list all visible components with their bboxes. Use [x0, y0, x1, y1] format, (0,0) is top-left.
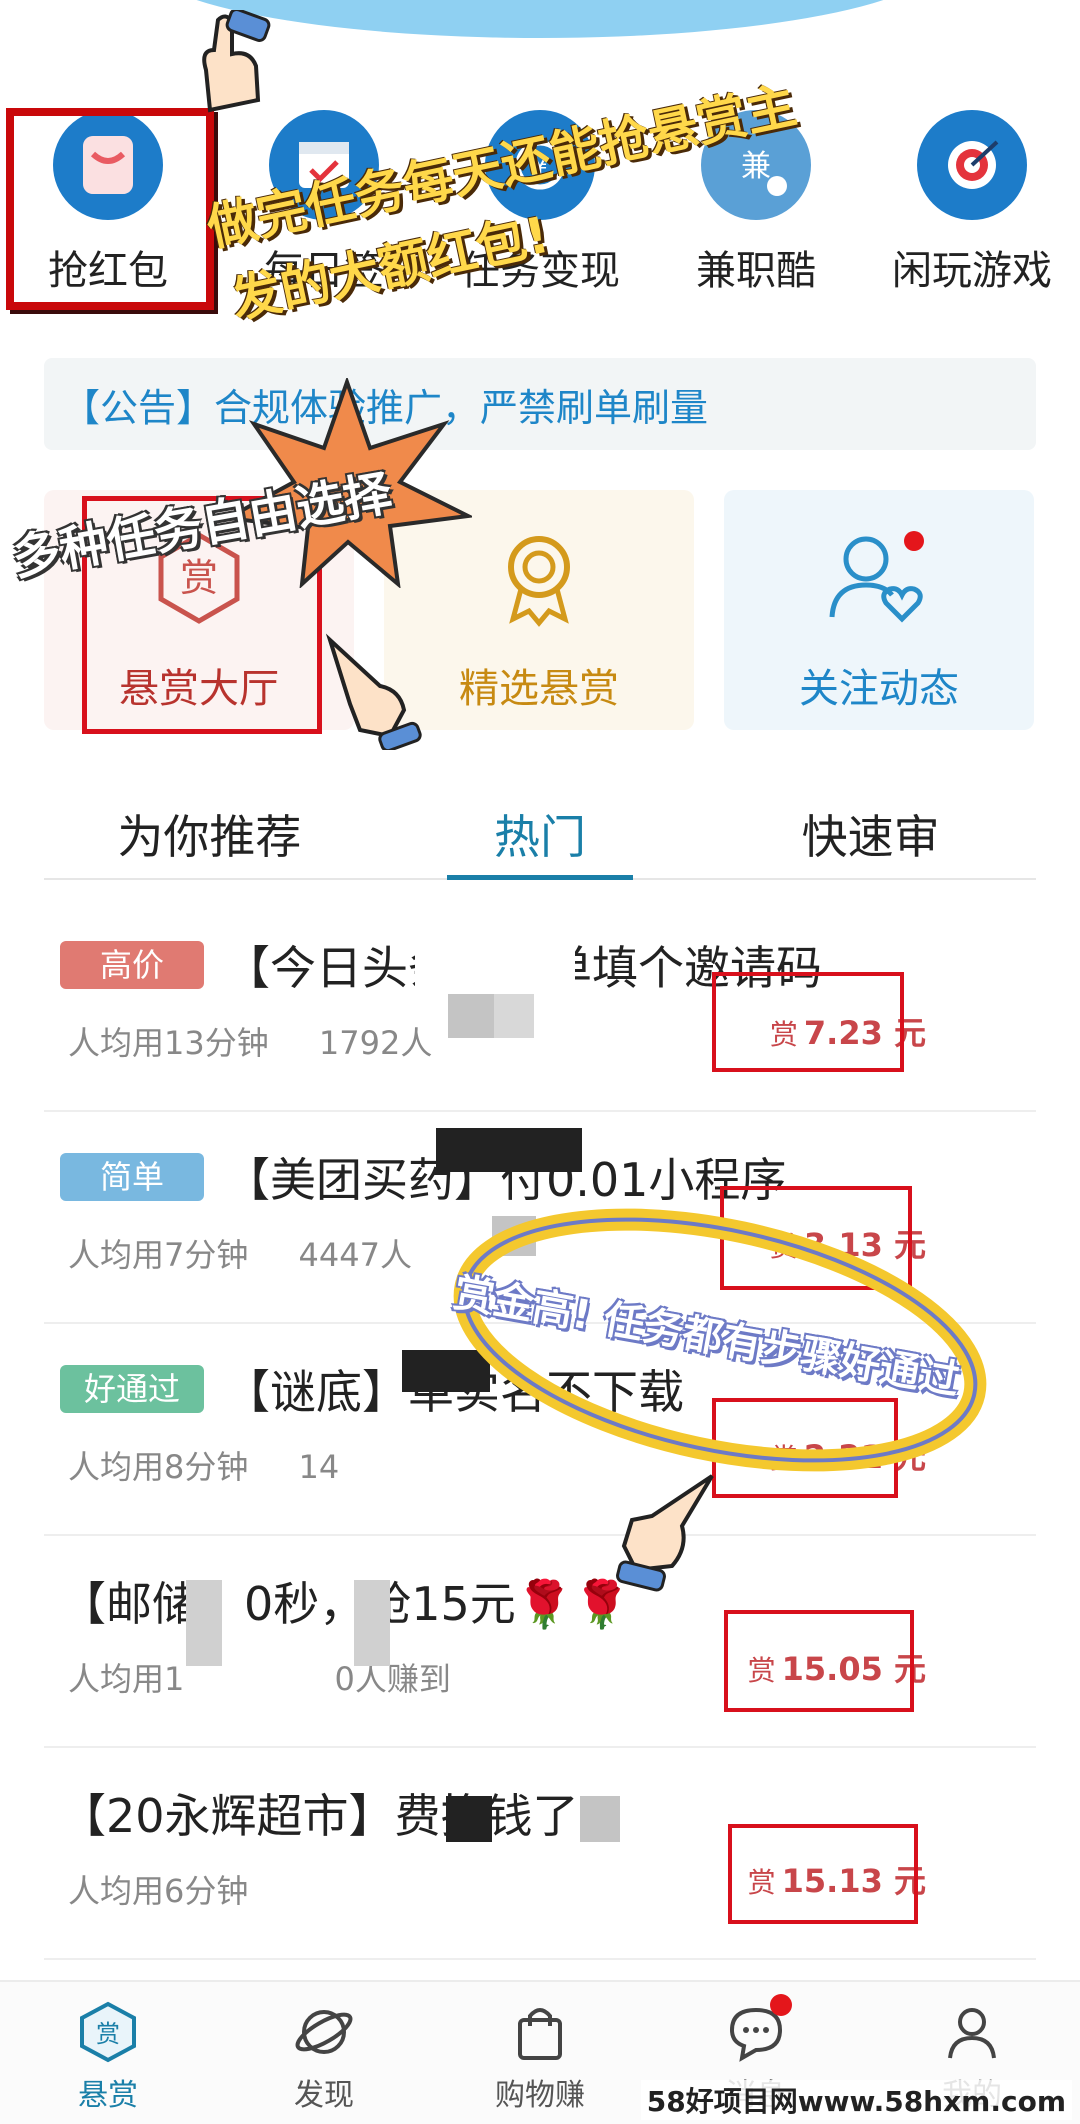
task-avg-time: 人均用7分钟: [68, 1236, 249, 1274]
task-meta: 人均用6分钟: [68, 1866, 248, 1912]
task-earned-count: 1792人: [318, 1024, 433, 1062]
highlight-box-reward: [724, 1610, 914, 1712]
task-avg-time: 人均用13分钟: [68, 1024, 269, 1062]
task-title: 【邮储】0秒，抢15元🌹🌹: [60, 1577, 631, 1631]
redaction-mask: [446, 1796, 492, 1842]
quick-action-label: 闲玩游戏: [892, 248, 1052, 294]
quick-action-label: 兼职酷: [696, 248, 816, 294]
watermark: 58好项目网www.58hxm.com: [640, 2080, 1072, 2120]
tab-hot[interactable]: 热门: [375, 790, 706, 880]
announcement-bar[interactable]: 【公告】合规体验推广，严禁刷单刷量: [44, 358, 1036, 450]
highlight-box-red-envelope: [6, 108, 214, 310]
card-label: 关注动态: [799, 666, 959, 712]
nav-label: 发现: [294, 2078, 354, 2113]
redaction-mask: [580, 1796, 620, 1842]
notification-dot: [770, 1994, 792, 2016]
task-earned-count: 0人赚到: [334, 1660, 451, 1698]
redaction-mask: [415, 930, 575, 1000]
tab-fast-review[interactable]: 快速审: [705, 790, 1036, 878]
task-avg-time: 人均用6分钟: [68, 1872, 249, 1910]
highlight-box-reward: [728, 1824, 918, 1924]
task-meta: 人均用7分钟 4447人: [68, 1230, 412, 1276]
task-tag: 简单: [60, 1153, 204, 1201]
redaction-mask: [354, 1580, 390, 1666]
nav-label: 购物赚: [495, 2078, 585, 2113]
redaction-mask: [186, 1580, 222, 1666]
svg-text:赏: 赏: [96, 2020, 120, 2048]
svg-text:兼: 兼: [741, 149, 771, 184]
tab-recommended[interactable]: 为你推荐: [44, 790, 375, 878]
task-tag: 高价: [60, 941, 204, 989]
pointing-hand-icon: [616, 1474, 714, 1592]
nav-shopping-earn[interactable]: 购物赚: [432, 1982, 648, 2124]
highlight-box-reward: [712, 972, 904, 1072]
redaction-mask: [494, 994, 534, 1038]
task-meta: 人均用13分钟 1792人: [68, 1018, 432, 1064]
planet-icon: [295, 2010, 353, 2054]
nav-label: 悬赏: [78, 2078, 138, 2113]
nav-discover[interactable]: 发现: [216, 1982, 432, 2124]
task-avg-time: 人均用1: [68, 1660, 185, 1698]
quick-action-casual-games[interactable]: 闲玩游戏: [864, 100, 1080, 300]
medal-icon: [484, 522, 594, 632]
task-earned-count: 14: [298, 1448, 340, 1486]
nav-reward[interactable]: 赏 悬赏: [0, 1982, 216, 2124]
task-tabs: 为你推荐 热门 快速审: [44, 790, 1036, 880]
redaction-mask: [448, 994, 494, 1038]
pointing-hand-icon: [202, 10, 271, 113]
task-earned-count: 4447人: [298, 1236, 412, 1274]
shopping-bag-icon: [518, 2008, 562, 2060]
redaction-mask: [436, 1128, 582, 1172]
user-icon: [948, 2008, 996, 2059]
task-title: 【20永辉超市】费换钱了: [60, 1789, 579, 1843]
pointing-hand-icon: [325, 633, 422, 750]
card-follow-updates[interactable]: 关注动态: [724, 490, 1034, 730]
shang-hexagon-icon: 赏: [80, 2001, 136, 2063]
task-meta: 人均用8分钟 14: [68, 1442, 339, 1488]
card-label: 精选悬赏: [459, 666, 619, 712]
target-icon: [917, 110, 1027, 220]
task-avg-time: 人均用8分钟: [68, 1448, 249, 1486]
task-tag: 好通过: [60, 1365, 204, 1413]
follow-user-icon: [824, 522, 934, 632]
task-meta: 人均用1 0人赚到: [68, 1654, 451, 1700]
